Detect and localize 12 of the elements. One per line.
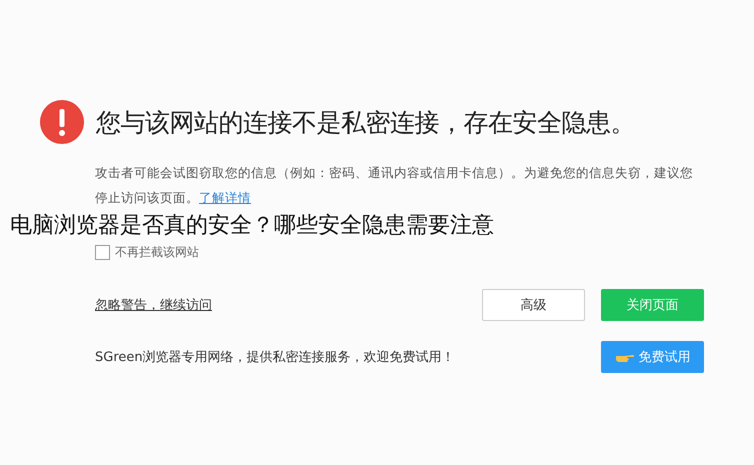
checkbox-label: 不再拦截该网站 [115,244,199,261]
close-page-button[interactable]: 关闭页面 [601,289,704,321]
checkbox[interactable] [95,245,110,260]
free-trial-button[interactable]: 免费试用 [601,341,704,373]
warning-title: 您与该网站的连接不是私密连接，存在安全隐患。 [96,106,635,138]
advanced-button[interactable]: 高级 [482,289,585,321]
ignore-warning-link[interactable]: 忽略警告，继续访问 [95,296,212,314]
overlay-title: 电脑浏览器是否真的安全？哪些安全隐患需要注意 [10,212,495,240]
promo-text: SGreen浏览器专用网络，提供私密连接服务，欢迎免费试用！ [95,349,455,366]
learn-more-link[interactable]: 了解详情 [199,190,251,205]
warning-description: 攻击者可能会试图窃取您的信息（例如：密码、通讯内容或信用卡信息）。为避免您的信息失窃，建议您停止访问该页面。了解详情 [95,164,694,207]
alert-icon [40,100,84,144]
